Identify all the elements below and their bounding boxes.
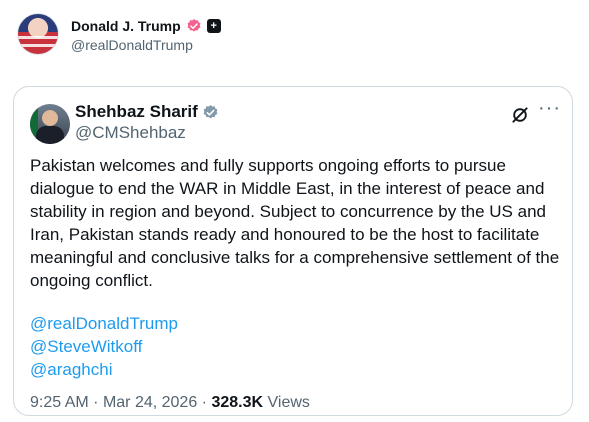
- post-metadata: 9:25 AM · Mar 24, 2026 · 328.3K Views: [30, 394, 310, 412]
- quoted-post-text: Pakistan welcomes and fully supports ong…: [30, 156, 560, 290]
- grok-icon[interactable]: [510, 105, 530, 125]
- author-handle[interactable]: @realDonaldTrump: [71, 37, 221, 53]
- post-date[interactable]: Mar 24, 2026: [103, 394, 197, 411]
- mention-link[interactable]: @realDonaldTrump: [30, 312, 178, 335]
- meta-separator: ·: [93, 394, 99, 411]
- quoted-author-info: Shehbaz Sharif @CMShehbaz: [75, 102, 219, 143]
- post-time[interactable]: 9:25 AM: [30, 394, 89, 411]
- author-info: Donald J. Trump + @realDonaldTrump: [71, 18, 221, 53]
- post-header: Donald J. Trump + @realDonaldTrump: [17, 13, 221, 55]
- quoted-author-name-row: Shehbaz Sharif: [75, 102, 219, 122]
- quoted-author-handle[interactable]: @CMShehbaz: [75, 123, 219, 143]
- verified-badge-icon: [187, 19, 201, 32]
- meta-separator: ·: [201, 394, 207, 411]
- views-count[interactable]: 328.3K: [211, 394, 263, 411]
- quoted-post-card[interactable]: Shehbaz Sharif @CMShehbaz ··· Pakistan w…: [13, 86, 573, 416]
- verified-badge-icon: [203, 104, 218, 118]
- quoted-author-name[interactable]: Shehbaz Sharif: [75, 102, 198, 122]
- more-options-icon[interactable]: ···: [538, 98, 560, 121]
- mentions-list: @realDonaldTrump @SteveWitkoff @araghchi: [30, 312, 178, 381]
- author-name[interactable]: Donald J. Trump: [71, 18, 181, 34]
- author-avatar[interactable]: [17, 13, 59, 55]
- author-name-row: Donald J. Trump +: [71, 18, 221, 34]
- mention-link[interactable]: @araghchi: [30, 358, 178, 381]
- mention-link[interactable]: @SteveWitkoff: [30, 335, 178, 358]
- views-label: Views: [267, 394, 310, 411]
- quoted-author-avatar[interactable]: [30, 104, 70, 144]
- affiliate-badge-icon: +: [206, 19, 221, 33]
